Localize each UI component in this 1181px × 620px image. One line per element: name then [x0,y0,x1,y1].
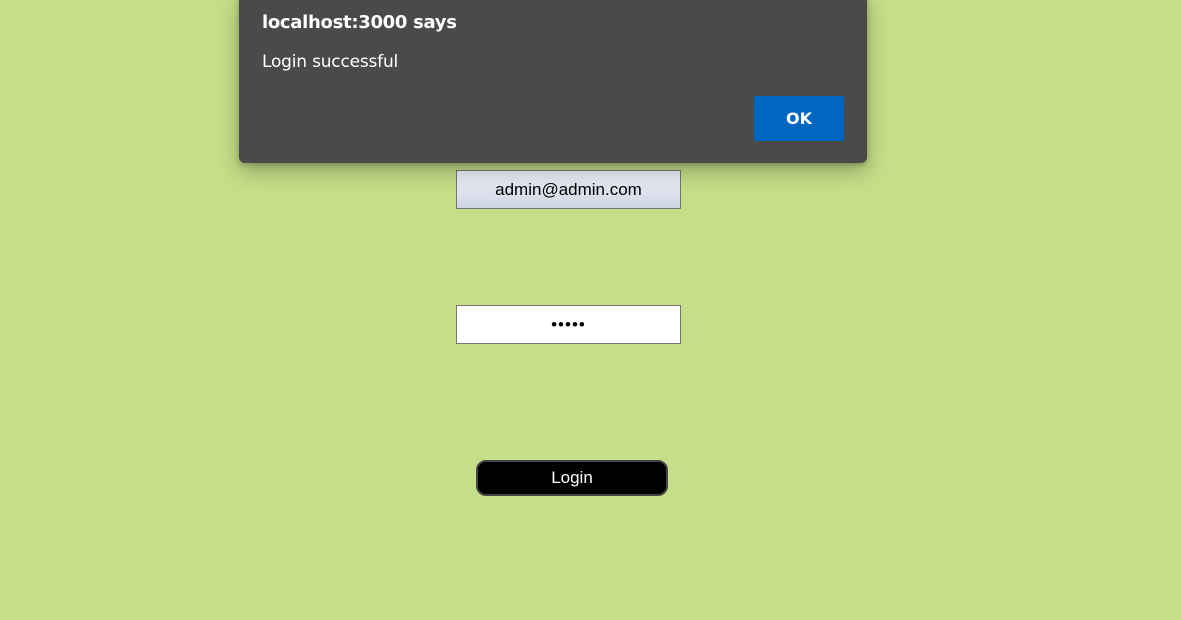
alert-title: localhost:3000 says [262,12,457,33]
email-field[interactable] [456,170,681,209]
login-button[interactable]: Login [476,460,668,496]
alert-dialog: localhost:3000 says Login successful OK [239,0,867,163]
alert-message: Login successful [262,52,399,72]
password-field[interactable] [456,305,681,344]
ok-button[interactable]: OK [754,96,844,141]
